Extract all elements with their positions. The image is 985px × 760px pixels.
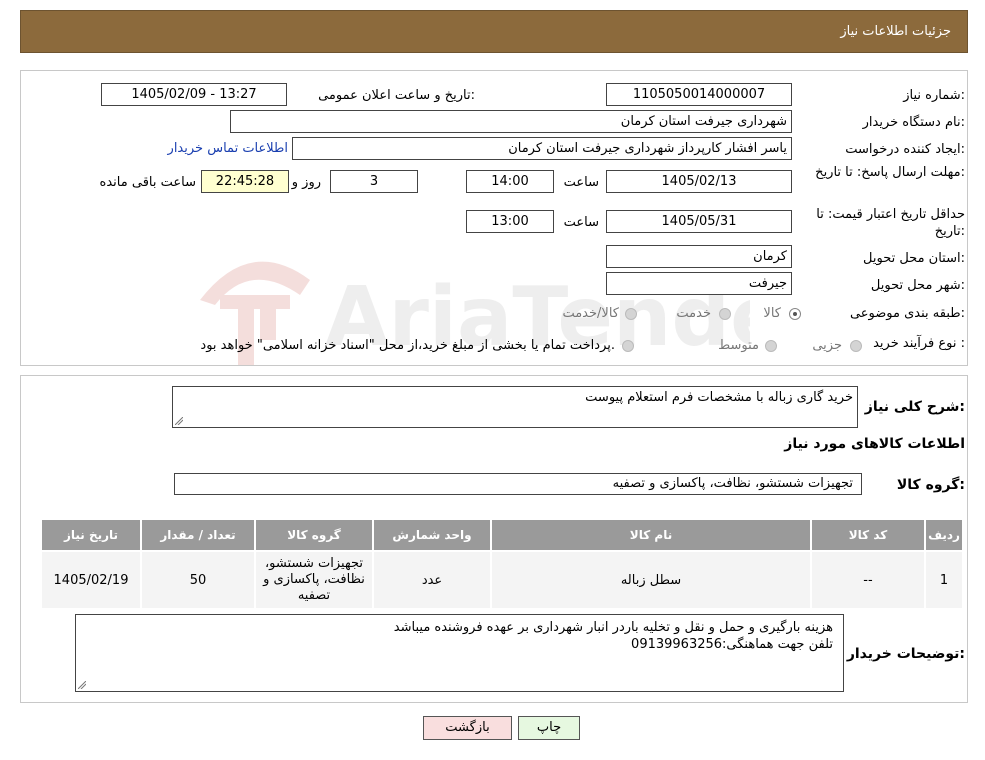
table-row: 1 -- سطل زباله عدد تجهیزات شستشو، نظافت،… — [40, 550, 964, 610]
goods-group-field: تجهیزات شستشو، نظافت، پاکسازی و تصفیه — [174, 473, 862, 495]
validity-label: حداقل تاریخ اعتبار قیمت: تا تاریخ: — [816, 207, 965, 239]
validity-time-field: 13:00 — [466, 210, 554, 233]
process-radio-medium[interactable] — [765, 340, 777, 352]
col-unit: واحد شمارش — [372, 518, 492, 552]
process-note: پرداخت تمام یا بخشی از مبلغ خرید،از محل … — [200, 338, 615, 353]
city-field: جیرفت — [606, 272, 792, 295]
summary-textarea[interactable]: خرید گاری زباله با مشخصات فرم استعلام پی… — [172, 386, 858, 428]
category-option-goods: کالا — [763, 306, 781, 321]
creator-label: ایجاد کننده درخواست: — [845, 142, 965, 157]
goods-group-label: گروه کالا: — [896, 477, 965, 493]
cell-group: تجهیزات شستشو، نظافت، پاکسازی و تصفیه — [254, 550, 374, 610]
category-radio-goods[interactable] — [789, 308, 801, 320]
cell-quantity: 50 — [140, 550, 256, 610]
cell-date: 1405/02/19 — [40, 550, 142, 610]
col-date: تاریخ نیاز — [40, 518, 142, 552]
buyer-org-label: نام دستگاه خریدار: — [862, 115, 965, 130]
category-radio-service[interactable] — [719, 308, 731, 320]
buyer-notes-line-2: تلفن جهت هماهنگی:09139963256 — [631, 637, 833, 652]
buyer-notes-textarea[interactable]: هزینه بارگیری و حمل و نقل و تخلیه باردر … — [75, 614, 844, 692]
category-option-service: خدمت — [676, 306, 711, 321]
remaining-label: ساعت باقی مانده — [99, 175, 196, 190]
cell-row: 1 — [924, 550, 964, 610]
goods-table-header: ردیف کد کالا نام کالا واحد شمارش گروه کا… — [40, 518, 964, 552]
process-radio-minor[interactable] — [850, 340, 862, 352]
days-field: 3 — [330, 170, 418, 193]
city-label: شهر محل تحویل: — [870, 278, 965, 293]
summary-label: شرح کلی نیاز: — [864, 399, 965, 415]
col-group: گروه کالا — [254, 518, 374, 552]
validity-date-field: 1405/05/31 — [606, 210, 792, 233]
reply-deadline-label: مهلت ارسال پاسخ: تا تاریخ: — [815, 165, 965, 180]
buyer-notes-label: توضیحات خریدار: — [846, 646, 965, 662]
reply-time-field: 14:00 — [466, 170, 554, 193]
page-header: جزئیات اطلاعات نیاز — [20, 10, 968, 53]
category-label: طبقه بندی موضوعی: — [849, 306, 965, 321]
announce-field: 1405/02/09 - 13:27 — [101, 83, 287, 106]
goods-table: ردیف کد کالا نام کالا واحد شمارش گروه کا… — [40, 518, 964, 610]
announce-label: تاریخ و ساعت اعلان عمومی: — [318, 88, 475, 103]
buyer-contact-link[interactable]: اطلاعات تماس خریدار — [168, 141, 288, 156]
validity-time-label: ساعت — [563, 215, 599, 230]
process-radio-treasury[interactable] — [622, 340, 634, 352]
resize-grip-icon[interactable] — [78, 681, 86, 689]
reply-time-label: ساعت — [563, 175, 599, 190]
resize-grip-icon[interactable] — [175, 417, 183, 425]
province-label: استان محل تحویل: — [863, 251, 965, 266]
reply-date-field: 1405/02/13 — [606, 170, 792, 193]
col-code: کد کالا — [810, 518, 926, 552]
col-row: ردیف — [924, 518, 964, 552]
cell-name: سطل زباله — [490, 550, 812, 610]
buyer-org-field: شهرداری جیرفت استان کرمان — [230, 110, 792, 133]
back-button[interactable]: بازگشت — [423, 716, 512, 740]
buyer-notes-line-1: هزینه بارگیری و حمل و نقل و تخلیه باردر … — [393, 620, 833, 635]
category-option-goods-service: کالا/خدمت — [562, 306, 619, 321]
page-title: جزئیات اطلاعات نیاز — [840, 24, 951, 39]
cell-unit: عدد — [372, 550, 492, 610]
print-button[interactable]: چاپ — [518, 716, 580, 740]
remaining-time-field: 22:45:28 — [201, 170, 289, 193]
process-option-minor: جزیی — [812, 338, 842, 353]
summary-text: خرید گاری زباله با مشخصات فرم استعلام پی… — [585, 390, 853, 405]
col-quantity: تعداد / مقدار — [140, 518, 256, 552]
category-radio-goods-service[interactable] — [625, 308, 637, 320]
need-number-label: شماره نیاز: — [903, 88, 965, 103]
process-option-medium: متوسط — [718, 338, 759, 353]
cell-code: -- — [810, 550, 926, 610]
province-field: کرمان — [606, 245, 792, 268]
need-number-field: 1105050014000007 — [606, 83, 792, 106]
col-name: نام کالا — [490, 518, 812, 552]
days-label: روز و — [291, 175, 321, 190]
goods-section-title: اطلاعات کالاهای مورد نیاز — [784, 436, 965, 452]
creator-field: یاسر افشار کارپرداز شهرداری جیرفت استان … — [292, 137, 792, 160]
process-label: نوع فرآیند خرید : — [873, 336, 965, 351]
